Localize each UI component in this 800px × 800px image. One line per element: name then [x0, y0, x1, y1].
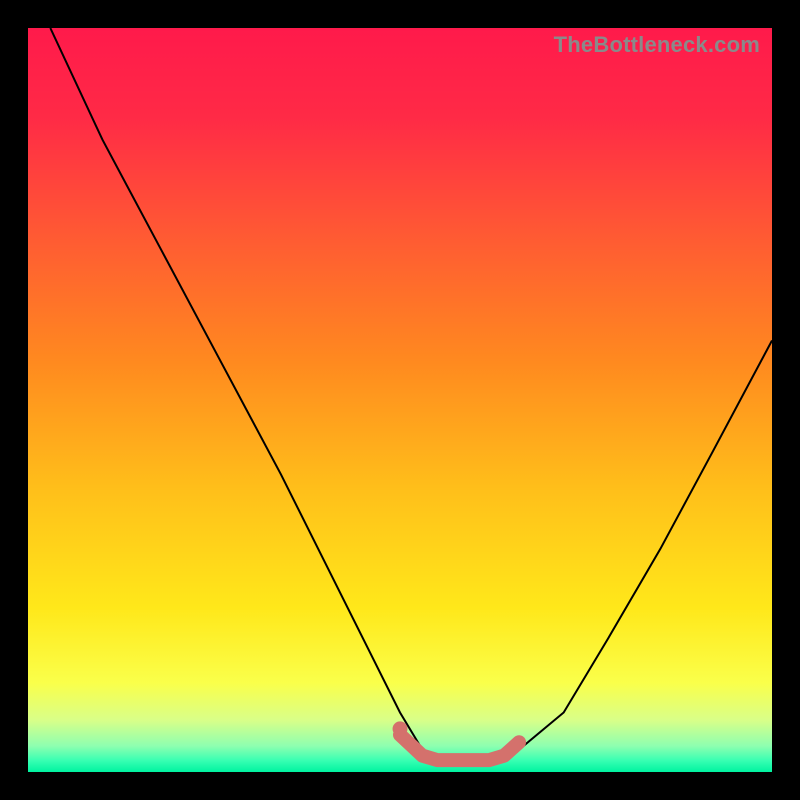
optimal-zone-highlight [400, 735, 519, 760]
plot-area: TheBottleneck.com [28, 28, 772, 772]
chart-frame: TheBottleneck.com [0, 0, 800, 800]
curve-layer [28, 28, 772, 772]
optimal-start-dot [393, 721, 408, 736]
bottleneck-curve [50, 28, 772, 765]
